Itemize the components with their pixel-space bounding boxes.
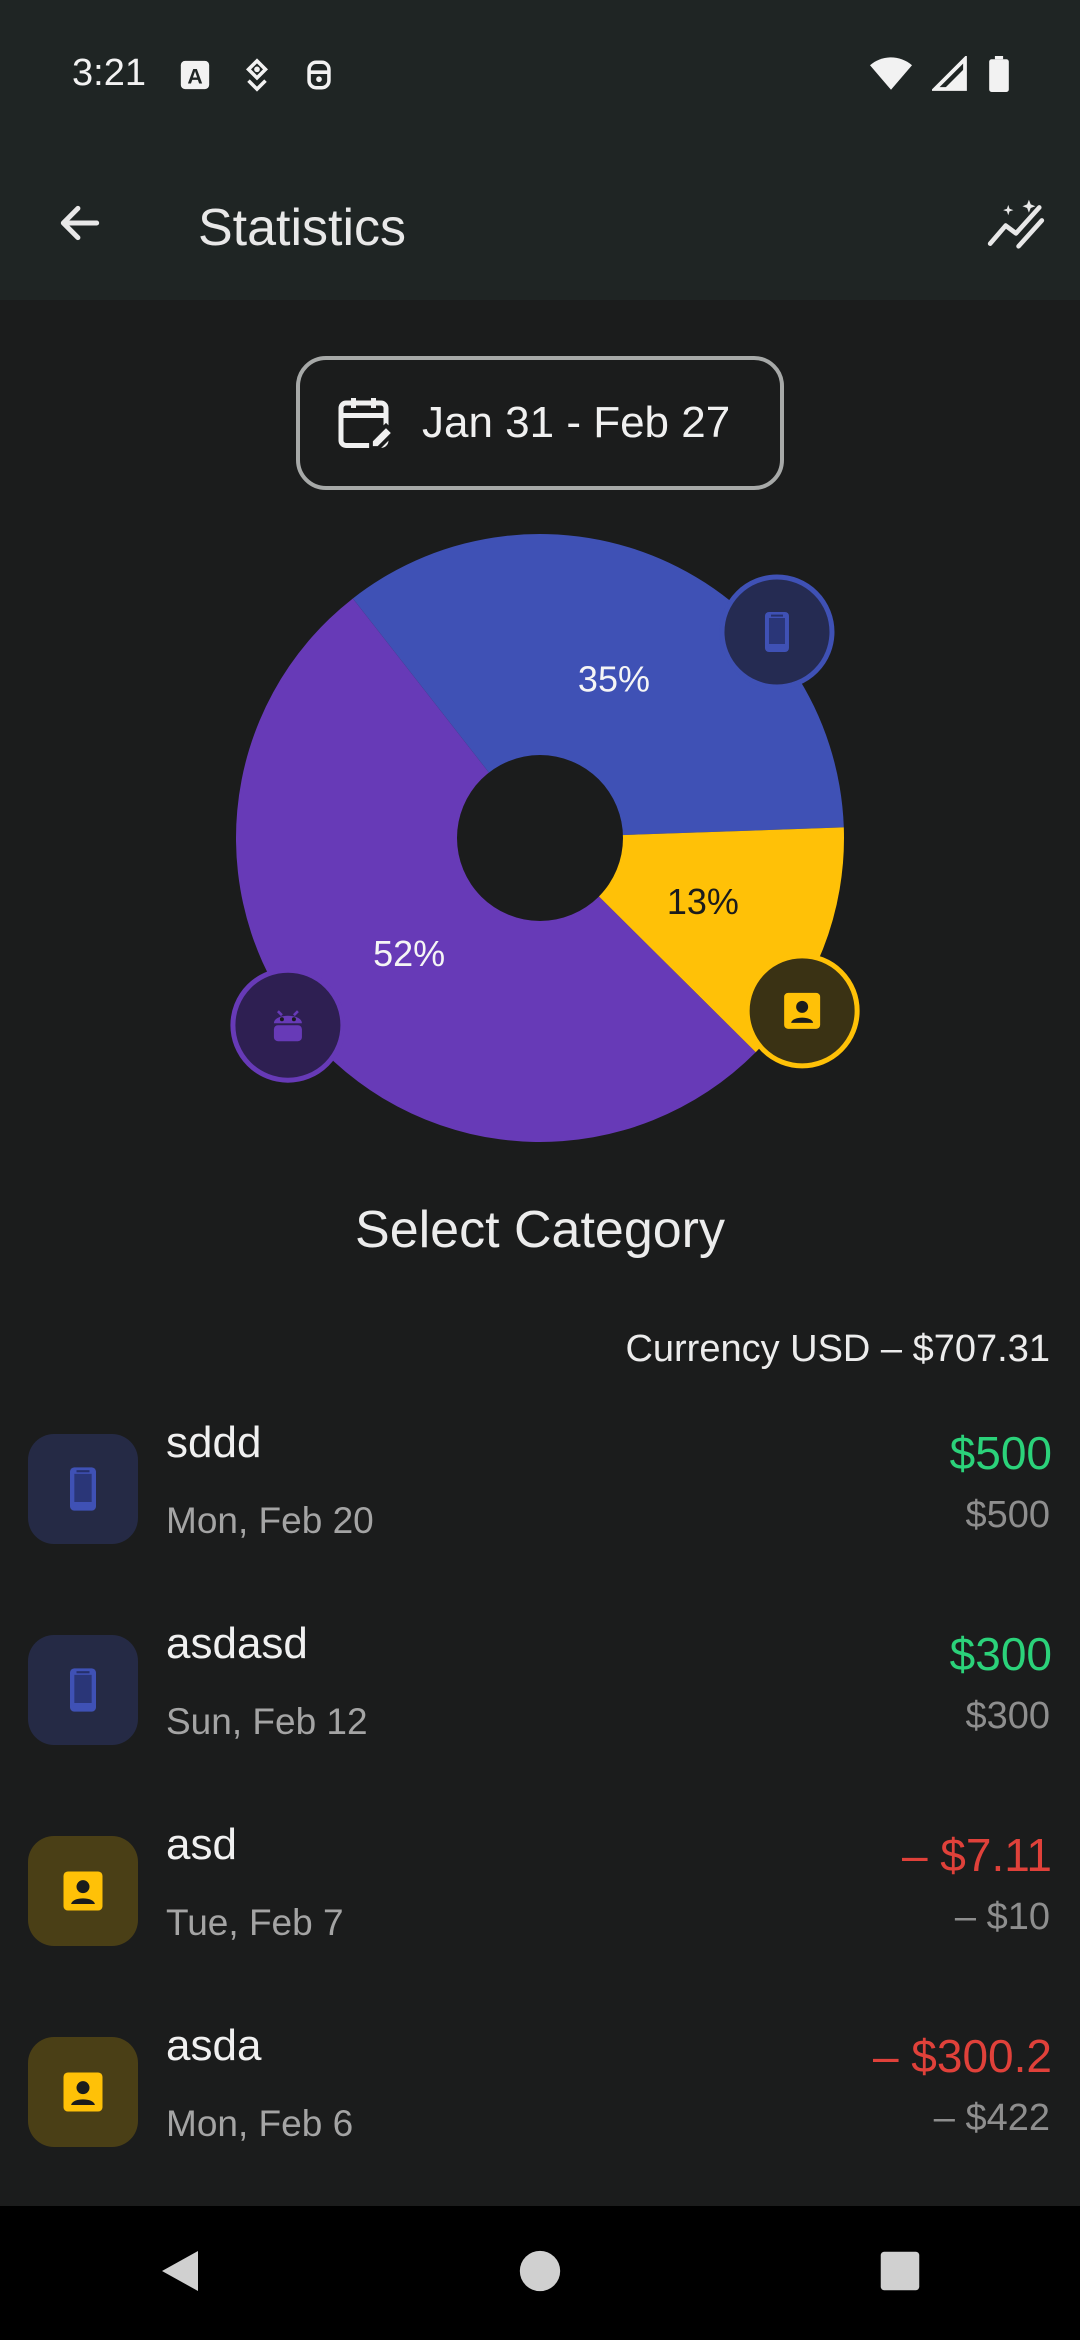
nav-back-button[interactable] xyxy=(130,2223,230,2323)
phone-icon xyxy=(764,611,789,652)
transaction-original-amount: – $422 xyxy=(933,2097,1050,2139)
cell-signal-icon xyxy=(930,54,968,97)
donut-hole xyxy=(457,755,623,921)
transaction-original-amount: $500 xyxy=(965,1494,1050,1536)
assistant-icon xyxy=(302,58,336,97)
app-bar: Statistics xyxy=(0,150,1080,300)
date-range-label: Jan 31 - Feb 27 xyxy=(422,398,731,447)
category-icon-box xyxy=(28,2037,138,2147)
status-bar: 3:21 A xyxy=(0,0,1080,150)
transaction-row[interactable]: asdasd Sun, Feb 12 $300 $300 xyxy=(0,1601,1080,1801)
transaction-original-amount: $300 xyxy=(965,1695,1050,1737)
slice-category-badge[interactable] xyxy=(719,574,835,690)
square-recents-icon xyxy=(879,2250,921,2297)
transaction-amount: – $7.11 xyxy=(901,1829,1052,1881)
currency-summary: Currency USD – $707.31 xyxy=(625,1328,1050,1370)
transaction-row[interactable]: asda Mon, Feb 6 – $300.2 – $422 xyxy=(0,2003,1080,2203)
system-nav-bar xyxy=(0,2206,1080,2340)
transaction-row[interactable]: asd Tue, Feb 7 – $7.11 – $10 xyxy=(0,1802,1080,2002)
contact-card-icon xyxy=(63,2072,103,2112)
wifi-icon xyxy=(870,56,912,97)
date-range-button[interactable]: Jan 31 - Feb 27 xyxy=(296,356,784,490)
select-category-heading: Select Category xyxy=(355,1201,725,1259)
transaction-amount: $300 xyxy=(949,1628,1052,1680)
category-icon-box xyxy=(28,1434,138,1544)
battery-icon xyxy=(988,56,1010,97)
category-icon-box xyxy=(28,1836,138,1946)
auto-graph-icon xyxy=(985,192,1047,259)
status-time: 3:21 xyxy=(72,52,146,94)
category-icon-box xyxy=(28,1635,138,1745)
contact-card-icon xyxy=(63,1871,103,1911)
transaction-name: sddd xyxy=(166,1418,262,1467)
pie-slice-label: 13% xyxy=(667,881,739,922)
svg-text:A: A xyxy=(187,65,202,89)
transaction-amount: $500 xyxy=(949,1427,1052,1479)
contact-card-icon xyxy=(784,992,821,1029)
phone-icon xyxy=(70,1467,96,1511)
transaction-row[interactable]: sddd Mon, Feb 20 $500 $500 xyxy=(0,1400,1080,1600)
nav-home-button[interactable] xyxy=(490,2223,590,2323)
nav-recents-button[interactable] xyxy=(850,2223,950,2323)
slice-category-badge[interactable] xyxy=(230,967,346,1083)
phone-icon xyxy=(70,1668,96,1712)
location-shield-icon xyxy=(240,58,274,97)
transaction-original-amount: – $10 xyxy=(954,1896,1050,1938)
back-button[interactable] xyxy=(40,185,120,265)
transaction-date: Tue, Feb 7 xyxy=(166,1902,344,1943)
triangle-back-icon xyxy=(158,2247,202,2300)
category-pie-chart: 35% 13% 52% xyxy=(230,534,860,1142)
transaction-name: asda xyxy=(166,2021,262,2070)
pie-slice-label: 52% xyxy=(373,933,445,974)
circle-home-icon xyxy=(518,2249,562,2298)
pie-slice-label: 35% xyxy=(578,658,650,699)
transaction-name: asdasd xyxy=(166,1619,308,1668)
arrow-left-icon xyxy=(55,198,105,253)
transaction-date: Mon, Feb 6 xyxy=(166,2103,354,2144)
page-title: Statistics xyxy=(198,199,407,257)
slice-category-badge[interactable] xyxy=(744,953,860,1069)
transaction-amount: – $300.2 xyxy=(872,2030,1052,2082)
calendar-edit-icon xyxy=(336,393,397,453)
transaction-date: Sun, Feb 12 xyxy=(166,1701,368,1742)
insights-button[interactable] xyxy=(976,185,1056,265)
keyboard-a-icon: A xyxy=(178,58,212,97)
transaction-name: asd xyxy=(166,1820,237,1869)
transaction-date: Mon, Feb 20 xyxy=(166,1500,374,1541)
